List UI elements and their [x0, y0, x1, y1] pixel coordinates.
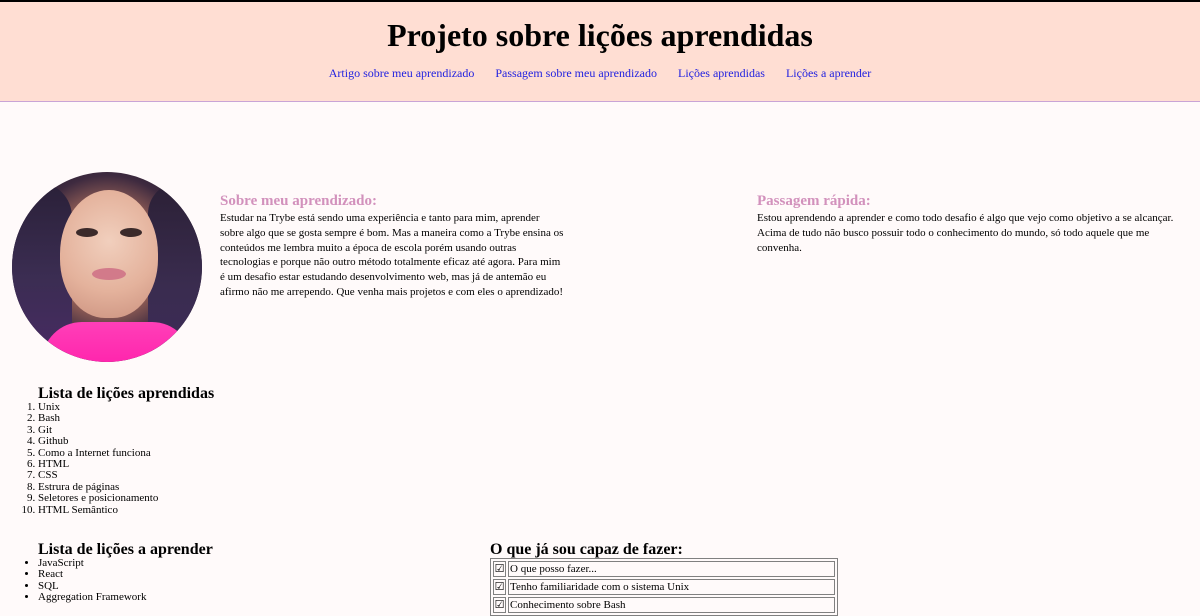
list-item: Bash	[38, 412, 338, 424]
list-item: Unix	[38, 401, 338, 413]
main-nav: Artigo sobre meu aprendizado Passagem so…	[0, 66, 1200, 80]
avatar-lips	[92, 268, 126, 280]
list-item: Github	[38, 435, 338, 447]
list-item: React	[38, 568, 338, 580]
nav-link-learned[interactable]: Lições aprendidas	[678, 66, 765, 80]
table-row: ☑ Tenho familiaridade com o sistema Unix	[493, 579, 835, 595]
table-cell: Tenho familiaridade com o sistema Unix	[508, 579, 835, 595]
avatar-eye	[76, 228, 98, 237]
nav-link-article[interactable]: Artigo sobre meu aprendizado	[329, 66, 475, 80]
list-item: Como a Internet funciona	[38, 447, 338, 459]
table-cell: Conhecimento sobre Bash	[508, 597, 835, 613]
list-item: HTML Semântico	[38, 504, 338, 516]
page-header: Projeto sobre lições aprendidas Artigo s…	[0, 0, 1200, 102]
checkbox-icon: ☑	[493, 579, 506, 595]
passage-title: Passagem rápida:	[757, 193, 871, 209]
to-learn-list: JavaScript React SQL Aggregation Framewo…	[0, 557, 338, 604]
profile-photo	[12, 172, 202, 362]
capable-title: O que já sou capaz de fazer:	[490, 541, 683, 558]
table-cell: O que posso fazer...	[508, 561, 835, 577]
about-text: Estudar na Trybe está sendo uma experiên…	[220, 212, 564, 298]
nav-link-passage[interactable]: Passagem sobre meu aprendizado	[495, 66, 657, 80]
list-item: HTML	[38, 458, 338, 470]
avatar-face	[60, 190, 158, 318]
capable-table: ☑ O que posso fazer... ☑ Tenho familiari…	[490, 558, 838, 616]
nav-link-to-learn[interactable]: Lições a aprender	[786, 66, 871, 80]
about-title: Sobre meu aprendizado:	[220, 193, 377, 209]
list-item: Seletores e posicionamento	[38, 492, 338, 504]
checkbox-icon: ☑	[493, 597, 506, 613]
list-item: JavaScript	[38, 557, 338, 569]
avatar-eye	[120, 228, 142, 237]
checkbox-icon: ☑	[493, 561, 506, 577]
list-item: Git	[38, 424, 338, 436]
table-row: ☑ O que posso fazer...	[493, 561, 835, 577]
learned-list-title: Lista de lições aprendidas	[38, 385, 215, 402]
passage-text: Estou aprendendo a aprender e como todo …	[757, 212, 1174, 254]
learned-list: Unix Bash Git Github Como a Internet fun…	[0, 401, 338, 516]
table-row: ☑ Conhecimento sobre Bash	[493, 597, 835, 613]
avatar-shirt	[42, 322, 192, 362]
page-title: Projeto sobre lições aprendidas	[387, 17, 813, 53]
